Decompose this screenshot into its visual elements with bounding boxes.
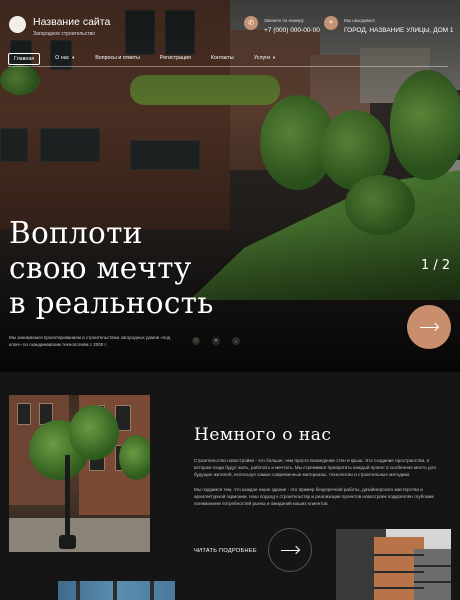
read-more-link[interactable]: ЧИТАТЬ ПОДРОБНЕЕ	[194, 548, 257, 554]
hero-headline: Воплоти свою мечту в реальность	[9, 216, 214, 321]
vk-icon[interactable]: ⓥ	[192, 337, 200, 345]
nav-item-services[interactable]: Услуги ▼	[249, 53, 281, 65]
phone-label: Звоните по номеру	[264, 18, 304, 23]
phone-number[interactable]: +7 (000) 000-00-00	[264, 27, 320, 34]
arrow-right-icon	[281, 549, 299, 551]
nav-item-home[interactable]: Главная	[8, 53, 41, 65]
hero-headline-line: в реальность	[9, 286, 214, 320]
nav-divider	[8, 66, 448, 67]
hero-description: Мы занимаемся проектированием и строител…	[9, 335, 171, 347]
phone-contact[interactable]: ✆ Звоните по номеру +7 (000) 000-00-00	[244, 16, 320, 34]
nav-item-faq[interactable]: Вопросы и ответы	[90, 53, 145, 65]
logo[interactable]	[9, 16, 26, 33]
arrow-right-icon	[420, 326, 438, 328]
nav-item-contacts[interactable]: Контакты	[206, 53, 239, 65]
address-value: ГОРОД, НАЗВАНИЕ УЛИЦЫ, ДОМ 1	[344, 27, 454, 34]
phone-icon: ✆	[244, 16, 258, 30]
about-paragraph: Строительство новостройки - это больше, …	[194, 458, 436, 478]
chevron-down-icon: ▼	[71, 55, 76, 60]
about-image	[9, 395, 150, 552]
nav-item-registration[interactable]: Регистрация	[155, 53, 196, 65]
about-paragraph: Мы гордимся тем, что каждое наше здание …	[194, 487, 434, 507]
gallery-image	[58, 581, 175, 600]
about-title: Немного о нас	[194, 425, 332, 445]
social-links: ⓥ ✦ ♁	[192, 337, 240, 345]
chevron-down-icon: ▼	[272, 55, 277, 60]
location-pin-icon: ⌖	[324, 16, 338, 30]
hero-headline-line: свою мечту	[9, 251, 192, 285]
slide-counter: 1 / 2	[421, 258, 451, 273]
nav-item-about[interactable]: О нас ▼	[50, 53, 80, 65]
site-subtitle: Загородное строительство	[33, 31, 96, 37]
address-label: Мы находимся	[344, 18, 375, 23]
address-contact: ⌖ Мы находимся ГОРОД, НАЗВАНИЕ УЛИЦЫ, ДО…	[324, 16, 454, 34]
odnoklassniki-icon[interactable]: ♁	[232, 337, 240, 345]
main-nav: Главная О нас ▼ Вопросы и ответы Регистра…	[8, 53, 291, 65]
site-title[interactable]: Название сайта	[33, 16, 110, 28]
read-more-button[interactable]	[268, 528, 312, 572]
twitter-icon[interactable]: ✦	[212, 337, 220, 345]
hero-headline-line: Воплоти	[9, 216, 143, 250]
building-image	[336, 529, 451, 600]
slider-next-button[interactable]	[407, 305, 451, 349]
